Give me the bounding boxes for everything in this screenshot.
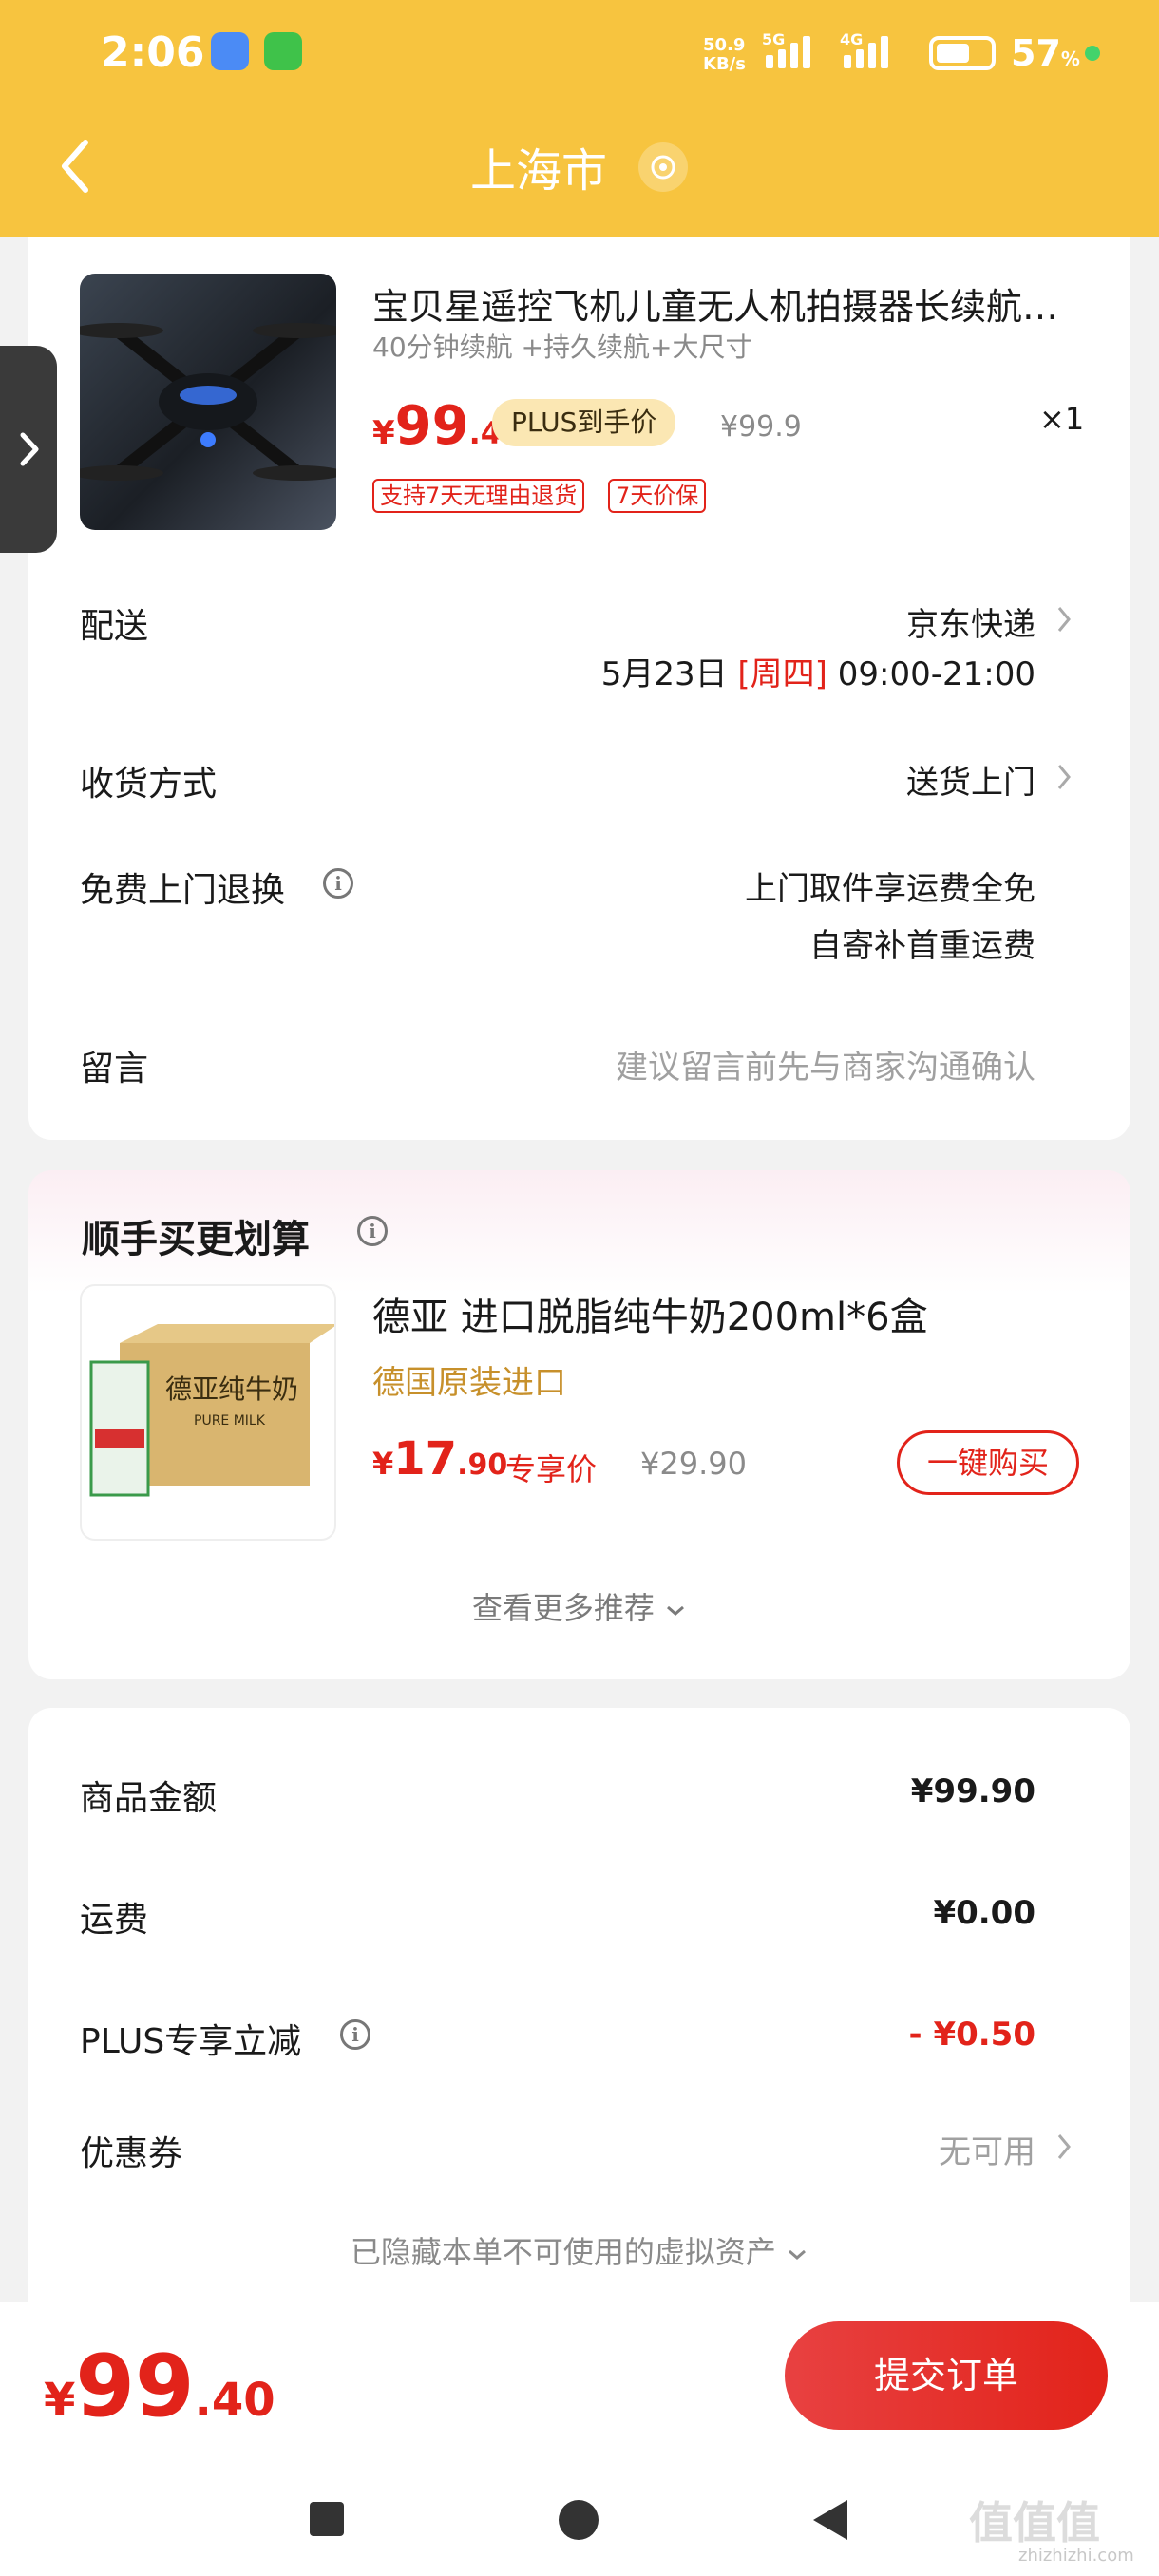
watermark-logo: 值值值 [969, 2497, 1100, 2548]
home-button[interactable] [559, 2500, 598, 2540]
delivery-carrier[interactable]: 京东快递 [906, 598, 1036, 645]
product-name[interactable]: 宝贝星遥控飞机儿童无人机拍摄器长续航… [372, 277, 1094, 330]
chevron-left-icon [62, 140, 88, 193]
total-dec: .40 [194, 2374, 276, 2427]
back-button[interactable] [57, 133, 95, 199]
message-input[interactable]: 建议留言前先与商家沟通确认 [616, 1041, 1036, 1088]
info-icon[interactable]: i [323, 868, 353, 899]
shipping-label: 运费 [80, 1901, 149, 1940]
delivery-weekday: [周四] [737, 655, 827, 693]
status-time: 2:06 [101, 28, 205, 77]
submit-order-button[interactable]: 提交订单 [785, 2321, 1108, 2430]
addon-product-origin: 德国原装进口 [372, 1364, 566, 1402]
addon-price-symbol: ¥ [372, 1446, 394, 1482]
shipping-value: ¥0.00 [933, 1894, 1036, 1932]
order-item-card: 宝贝星遥控飞机儿童无人机拍摄器长续航… 40分钟续航 +持久续航+大尺寸 ¥99… [28, 237, 1130, 1140]
addon-product-image[interactable]: 德亚纯牛奶 PURE MILK [80, 1284, 336, 1541]
addon-title: 顺手买更划算 [82, 1218, 310, 1261]
original-price: ¥99.9 [720, 410, 802, 444]
hidden-assets-toggle[interactable]: 已隐藏本单不可使用的虚拟资产 [28, 2228, 1130, 2272]
signal-5g-icon: 5G [762, 30, 810, 68]
plus-discount-label: PLUS专享立减 [80, 2022, 302, 2061]
chat-notification-icon [264, 32, 302, 70]
free-return-line1: 上门取件享运费全免 [745, 870, 1036, 908]
info-icon[interactable]: i [340, 2019, 370, 2050]
product-image[interactable] [80, 274, 336, 530]
battery-unit: % [1060, 47, 1080, 70]
quantity: ×1 [1039, 401, 1085, 437]
receive-method-value[interactable]: 送货上门 [906, 756, 1036, 803]
delivery-window: 09:00-21:00 [837, 655, 1036, 693]
price-protect-tag: 7天价保 [608, 479, 707, 513]
battery-icon [929, 36, 996, 70]
delivery-label: 配送 [80, 607, 149, 646]
watermark-url: zhizhizhi.com [1018, 2546, 1134, 2566]
net-speed: 50.9 KB/s [703, 36, 746, 74]
svg-text:PURE MILK: PURE MILK [194, 1413, 266, 1429]
coupon-label: 优惠券 [80, 2134, 183, 2173]
info-icon[interactable]: i [357, 1216, 388, 1246]
price-summary-card: 商品金额 ¥99.90 运费 ¥0.00 PLUS专享立减 i - ¥0.50 … [28, 1708, 1130, 2316]
goods-amount-label: 商品金额 [80, 1779, 218, 1818]
svg-text:德亚纯牛奶: 德亚纯牛奶 [165, 1373, 298, 1405]
battery-value: 57 [1011, 32, 1061, 74]
product-subtitle: 40分钟续航 +持久续航+大尺寸 [372, 331, 752, 363]
battery-level: 57% [1011, 32, 1080, 74]
chevron-right-icon[interactable] [1054, 760, 1074, 794]
delivery-time: 5月23日 [周四] 09:00-21:00 [601, 648, 1036, 694]
receive-method-label: 收货方式 [80, 765, 218, 804]
addon-price-dec: .90 [457, 1449, 508, 1482]
product-price: ¥99.4 [372, 395, 502, 457]
net-speed-unit: KB/s [703, 54, 746, 74]
message-label: 留言 [80, 1050, 149, 1089]
app-header: 2:06 50.9 KB/s 5G 4G 57% 上海市 [0, 0, 1159, 237]
charging-dot-icon [1085, 46, 1100, 61]
hidden-assets-label: 已隐藏本单不可使用的虚拟资产 [350, 2234, 776, 2270]
chevron-right-icon[interactable] [1054, 2130, 1074, 2164]
price-symbol: ¥ [372, 414, 395, 452]
checkout-bar: ¥99.40 提交订单 [0, 2302, 1159, 2464]
app-notification-icon [211, 32, 249, 70]
status-bar: 2:06 50.9 KB/s 5G 4G 57% [0, 0, 1159, 104]
see-more-link[interactable]: 查看更多推荐 [28, 1584, 1130, 1628]
delivery-date: 5月23日 [600, 655, 728, 693]
chevron-right-icon[interactable] [1054, 602, 1074, 636]
chevron-down-icon [667, 1605, 685, 1616]
free-return-line2: 自寄补首重运费 [809, 927, 1036, 965]
total-int: 99 [75, 2337, 195, 2436]
total-price: ¥99.40 [44, 2337, 276, 2436]
chevron-down-icon [788, 2249, 807, 2260]
addon-product-name[interactable]: 德亚 进口脱脂纯牛奶200ml*6盒 [372, 1286, 928, 1341]
back-triangle-icon[interactable] [809, 2498, 851, 2542]
total-symbol: ¥ [44, 2374, 76, 2427]
net-speed-value: 50.9 [703, 35, 746, 55]
addon-price: ¥17.90 [372, 1432, 507, 1486]
one-click-buy-button[interactable]: 一键购买 [897, 1430, 1079, 1495]
chevron-right-icon [20, 432, 39, 466]
location-pin-icon[interactable] [638, 142, 688, 192]
plus-discount-value: - ¥0.50 [908, 2016, 1036, 2054]
page-title[interactable]: 上海市 [470, 133, 607, 199]
see-more-label: 查看更多推荐 [471, 1590, 655, 1626]
plus-price-badge: PLUS到手价 [492, 399, 676, 446]
coupon-value[interactable]: 无可用 [939, 2126, 1036, 2172]
return-policy-tag: 支持7天无理由退货 [372, 479, 585, 513]
addon-recommend-card: 顺手买更划算 i 德亚纯牛奶 PURE MILK 德亚 进口脱脂纯牛奶200ml… [28, 1170, 1130, 1679]
signal-4g-icon: 4G [840, 30, 888, 68]
free-return-label: 免费上门退换 [80, 871, 286, 910]
recents-button[interactable] [310, 2502, 344, 2536]
signal-4g-label: 4G [840, 30, 864, 48]
addon-original-price: ¥29.90 [640, 1446, 747, 1482]
price-int: 99 [394, 395, 469, 457]
addon-price-tag: 专享价 [505, 1451, 598, 1487]
addon-price-int: 17 [393, 1432, 458, 1486]
signal-5g-label: 5G [762, 30, 786, 48]
goods-amount-value: ¥99.90 [910, 1772, 1036, 1810]
side-expand-tab[interactable] [0, 346, 57, 553]
